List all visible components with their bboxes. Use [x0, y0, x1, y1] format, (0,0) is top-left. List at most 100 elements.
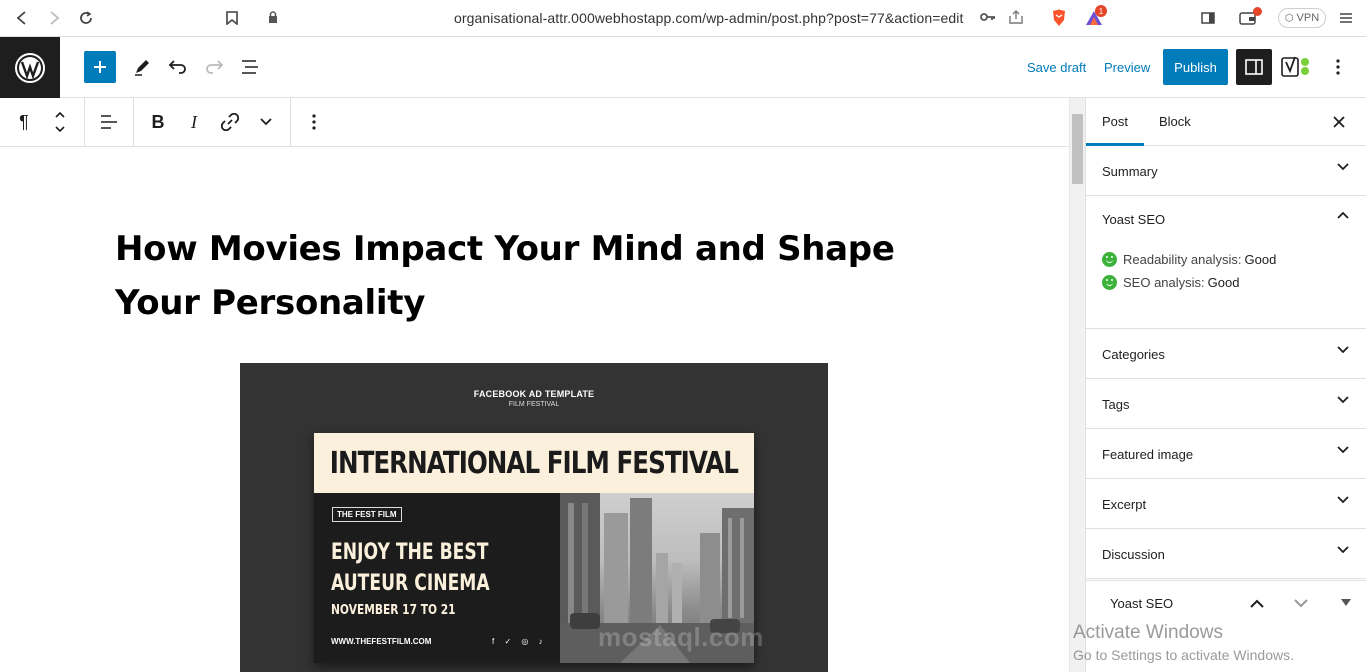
panel-yoast-seo: Yoast SEO Readability analysis: Good SEO… — [1086, 194, 1366, 329]
chevron-down-icon — [1337, 346, 1349, 354]
undo-button[interactable] — [164, 53, 192, 81]
document-overview-button[interactable] — [236, 53, 264, 81]
readability-label: Readability analysis: — [1123, 252, 1242, 267]
browser-toolbar: organisational-attr.000webhostapp.com/wp… — [0, 0, 1366, 37]
editor-canvas: How Movies Impact Your Mind and Shape Yo… — [0, 147, 1069, 672]
wallet-dot — [1253, 7, 1262, 16]
caret-down-icon[interactable] — [1341, 599, 1351, 606]
panel-yoast-title[interactable]: Yoast SEO — [1102, 212, 1165, 227]
close-icon — [1333, 116, 1345, 128]
panel-featured-image[interactable]: Featured image — [1086, 429, 1366, 479]
move-block-button[interactable] — [46, 108, 74, 136]
panel-discussion[interactable]: Discussion — [1086, 529, 1366, 579]
toolbar-divider — [133, 98, 134, 146]
paragraph-icon[interactable]: ¶ — [10, 108, 38, 136]
chevron-down-icon — [1337, 163, 1349, 171]
tab-block[interactable]: Block — [1159, 114, 1191, 129]
panel-discussion-title: Discussion — [1102, 547, 1165, 562]
preview-button[interactable]: Preview — [1104, 60, 1150, 75]
sidebar-panel-icon[interactable] — [1196, 7, 1220, 29]
settings-panel-icon — [1245, 59, 1263, 75]
back-icon[interactable] — [10, 7, 34, 29]
chevron-up-icon[interactable] — [1250, 599, 1264, 608]
good-smiley-icon — [1102, 275, 1117, 290]
post-title[interactable]: How Movies Impact Your Mind and Shape Yo… — [115, 222, 975, 330]
more-formats-button[interactable] — [252, 108, 280, 136]
settings-toggle-button[interactable] — [1236, 49, 1272, 85]
poster-headline-line2: AUTEUR CINEMA — [331, 571, 490, 596]
poster-banner: INTERNATIONAL FILM FESTIVAL — [314, 433, 754, 493]
vpn-button[interactable]: ⬡ VPN — [1278, 8, 1326, 28]
menu-icon[interactable] — [1334, 7, 1358, 29]
image-top-sub: FILM FESTIVAL — [508, 401, 560, 408]
yoast-metabox-title: Yoast SEO — [1110, 596, 1174, 611]
panel-categories-title: Categories — [1102, 347, 1165, 362]
brave-shield-icon[interactable] — [1047, 7, 1071, 29]
key-icon[interactable] — [980, 10, 996, 28]
panel-excerpt-title: Excerpt — [1102, 497, 1147, 512]
panel-excerpt[interactable]: Excerpt — [1086, 479, 1366, 529]
chevron-down-icon[interactable] — [1294, 599, 1308, 608]
post-image[interactable]: FACEBOOK AD TEMPLATE FILM FESTIVAL INTER… — [240, 363, 828, 672]
lock-icon — [268, 11, 278, 29]
toolbar-divider — [290, 98, 291, 146]
address-bar[interactable]: organisational-attr.000webhostapp.com/wp… — [256, 4, 1024, 32]
rewards-icon[interactable]: 1 — [1082, 5, 1107, 29]
scrollbar-thumb[interactable] — [1072, 114, 1083, 184]
good-smiley-icon — [1102, 252, 1117, 267]
yoast-icon — [1281, 56, 1309, 77]
reload-icon[interactable] — [74, 7, 98, 29]
rewards-badge: 1 — [1095, 5, 1107, 17]
save-draft-button[interactable]: Save draft — [1027, 60, 1086, 75]
close-sidebar-button[interactable] — [1329, 112, 1349, 132]
bold-button[interactable]: B — [144, 108, 172, 136]
poster-social-icons: f ✓ ◎ ♪ — [492, 637, 547, 646]
tab-post[interactable]: Post — [1102, 114, 1128, 129]
panel-summary[interactable]: Summary — [1086, 146, 1366, 196]
panel-featured-image-title: Featured image — [1102, 447, 1194, 462]
chevron-down-icon — [1337, 546, 1349, 554]
bookmark-icon[interactable] — [220, 7, 244, 29]
editor-scrollbar[interactable] — [1069, 98, 1085, 672]
publish-button[interactable]: Publish — [1163, 49, 1228, 85]
wordpress-logo-icon[interactable] — [0, 37, 60, 98]
chevron-down-icon — [1337, 396, 1349, 404]
share-icon[interactable] — [1008, 10, 1024, 29]
link-icon — [221, 113, 239, 131]
image-top-label: FACEBOOK AD TEMPLATE — [473, 389, 595, 399]
redo-icon — [206, 60, 224, 74]
block-toolbar: ¶ B I — [0, 98, 1069, 147]
poster-dates: NOVEMBER 17 TO 21 — [331, 603, 456, 618]
vpn-label: VPN — [1296, 12, 1320, 24]
panel-categories[interactable]: Categories — [1086, 329, 1366, 379]
chevron-up-icon[interactable] — [1337, 211, 1349, 219]
link-button[interactable] — [216, 108, 244, 136]
editor-header: Save draft Preview Publish — [0, 37, 1366, 98]
poster-headline-line1: ENJOY THE BEST — [331, 540, 489, 565]
url-text: organisational-attr.000webhostapp.com/wp… — [454, 10, 964, 26]
pencil-icon — [135, 60, 149, 76]
seo-label: SEO analysis: — [1123, 275, 1205, 290]
forward-icon[interactable] — [42, 7, 66, 29]
italic-button[interactable]: I — [180, 108, 208, 136]
sidebar-tabs: Post Block — [1086, 98, 1366, 146]
readability-value: Good — [1244, 252, 1277, 267]
wallet-icon[interactable] — [1236, 7, 1262, 29]
readability-result[interactable]: Readability analysis: Good — [1102, 252, 1276, 267]
align-button[interactable] — [95, 108, 123, 136]
block-options-button[interactable] — [300, 108, 328, 136]
redo-button[interactable] — [200, 53, 228, 81]
block-inserter-button[interactable] — [84, 51, 116, 83]
chevron-down-icon — [1337, 496, 1349, 504]
activate-windows-subtitle: Go to Settings to activate Windows. — [1073, 647, 1294, 663]
options-button[interactable] — [1324, 53, 1352, 81]
poster-website: WWW.THEFESTFILM.COM — [331, 637, 432, 646]
yoast-button[interactable] — [1280, 53, 1312, 81]
more-vertical-icon — [312, 114, 316, 130]
chevron-up-down-icon — [55, 111, 65, 133]
seo-result[interactable]: SEO analysis: Good — [1102, 275, 1239, 290]
panel-tags[interactable]: Tags — [1086, 379, 1366, 429]
yoast-metabox-header[interactable]: Yoast SEO — [1086, 580, 1366, 624]
poster-tag: THE FEST FILM — [332, 507, 402, 522]
edit-tools-button[interactable] — [128, 53, 156, 81]
